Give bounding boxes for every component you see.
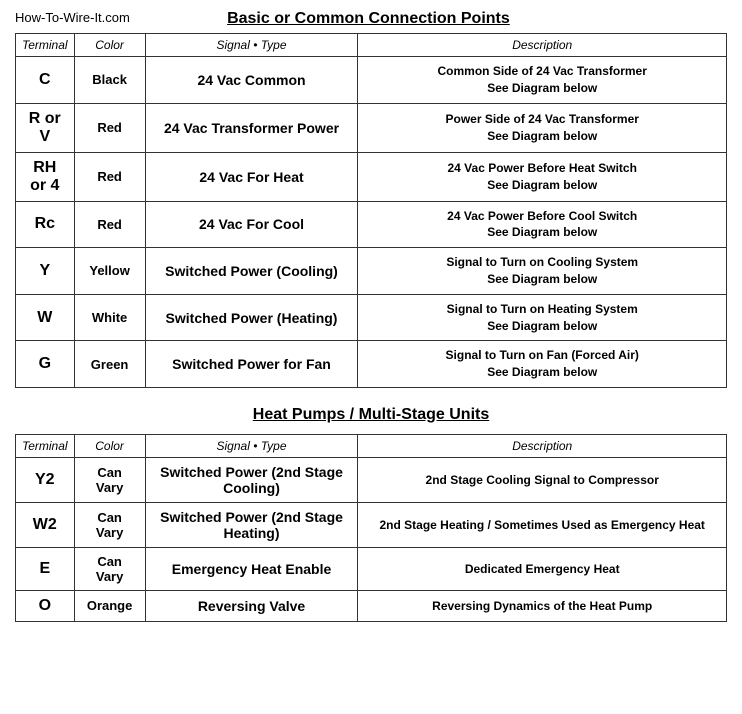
desc-cell: 24 Vac Power Before Heat SwitchSee Diagr…	[358, 152, 727, 201]
desc-cell: 2nd Stage Cooling Signal to Compressor	[358, 457, 727, 502]
site-title: How-To-Wire-It.com	[15, 10, 130, 25]
color-cell: Red	[74, 201, 145, 248]
color-cell: Can Vary	[74, 502, 145, 547]
color-cell: Can Vary	[74, 547, 145, 590]
desc-cell: Signal to Turn on Heating SystemSee Diag…	[358, 294, 727, 341]
color-cell: Orange	[74, 590, 145, 621]
color-cell: Red	[74, 152, 145, 201]
desc-cell: 2nd Stage Heating / Sometimes Used as Em…	[358, 502, 727, 547]
signal-cell: Switched Power (2nd Stage Heating)	[145, 502, 358, 547]
terminal-cell: C	[16, 57, 75, 104]
terminal-cell: Rc	[16, 201, 75, 248]
header2-signal: Signal • Type	[145, 434, 358, 457]
terminal-cell: G	[16, 341, 75, 388]
terminal-cell: Y2	[16, 457, 75, 502]
table-row: Y Yellow Switched Power (Cooling) Signal…	[16, 248, 727, 295]
terminal-cell: W2	[16, 502, 75, 547]
table-row: O Orange Reversing Valve Reversing Dynam…	[16, 590, 727, 621]
signal-cell: Emergency Heat Enable	[145, 547, 358, 590]
table-row: E Can Vary Emergency Heat Enable Dedicat…	[16, 547, 727, 590]
table-row: W2 Can Vary Switched Power (2nd Stage He…	[16, 502, 727, 547]
page-title: Basic or Common Connection Points	[227, 10, 510, 28]
terminal-cell: RH or 4	[16, 152, 75, 201]
desc-cell: Reversing Dynamics of the Heat Pump	[358, 590, 727, 621]
signal-cell: Reversing Valve	[145, 590, 358, 621]
heat-pumps-table: Terminal Color Signal • Type Description…	[15, 434, 727, 622]
signal-cell: 24 Vac For Heat	[145, 152, 358, 201]
desc-cell: Signal to Turn on Cooling SystemSee Diag…	[358, 248, 727, 295]
desc-cell: Signal to Turn on Fan (Forced Air)See Di…	[358, 341, 727, 388]
header2-terminal: Terminal	[16, 434, 75, 457]
terminal-cell: R or V	[16, 103, 75, 152]
signal-cell: 24 Vac For Cool	[145, 201, 358, 248]
signal-cell: Switched Power (2nd Stage Cooling)	[145, 457, 358, 502]
color-cell: Yellow	[74, 248, 145, 295]
basic-connections-table: Terminal Color Signal • Type Description…	[15, 33, 727, 388]
terminal-cell: O	[16, 590, 75, 621]
signal-cell: Switched Power (Heating)	[145, 294, 358, 341]
header-description: Description	[358, 34, 727, 57]
color-cell: Black	[74, 57, 145, 104]
table-row: C Black 24 Vac Common Common Side of 24 …	[16, 57, 727, 104]
terminal-cell: E	[16, 547, 75, 590]
color-cell: Green	[74, 341, 145, 388]
table-row: W White Switched Power (Heating) Signal …	[16, 294, 727, 341]
header-signal: Signal • Type	[145, 34, 358, 57]
desc-cell: Power Side of 24 Vac TransformerSee Diag…	[358, 103, 727, 152]
table-row: Y2 Can Vary Switched Power (2nd Stage Co…	[16, 457, 727, 502]
signal-cell: Switched Power for Fan	[145, 341, 358, 388]
header-color: Color	[74, 34, 145, 57]
table-row: G Green Switched Power for Fan Signal to…	[16, 341, 727, 388]
table-row: R or V Red 24 Vac Transformer Power Powe…	[16, 103, 727, 152]
color-cell: White	[74, 294, 145, 341]
desc-cell: 24 Vac Power Before Cool SwitchSee Diagr…	[358, 201, 727, 248]
signal-cell: 24 Vac Common	[145, 57, 358, 104]
header2-color: Color	[74, 434, 145, 457]
terminal-cell: Y	[16, 248, 75, 295]
table-row: Rc Red 24 Vac For Cool 24 Vac Power Befo…	[16, 201, 727, 248]
desc-cell: Common Side of 24 Vac TransformerSee Dia…	[358, 57, 727, 104]
signal-cell: 24 Vac Transformer Power	[145, 103, 358, 152]
header2-description: Description	[358, 434, 727, 457]
color-cell: Red	[74, 103, 145, 152]
signal-cell: Switched Power (Cooling)	[145, 248, 358, 295]
color-cell: Can Vary	[74, 457, 145, 502]
header-terminal: Terminal	[16, 34, 75, 57]
table-row: RH or 4 Red 24 Vac For Heat 24 Vac Power…	[16, 152, 727, 201]
terminal-cell: W	[16, 294, 75, 341]
desc-cell: Dedicated Emergency Heat	[358, 547, 727, 590]
section2-title: Heat Pumps / Multi-Stage Units	[15, 406, 727, 424]
